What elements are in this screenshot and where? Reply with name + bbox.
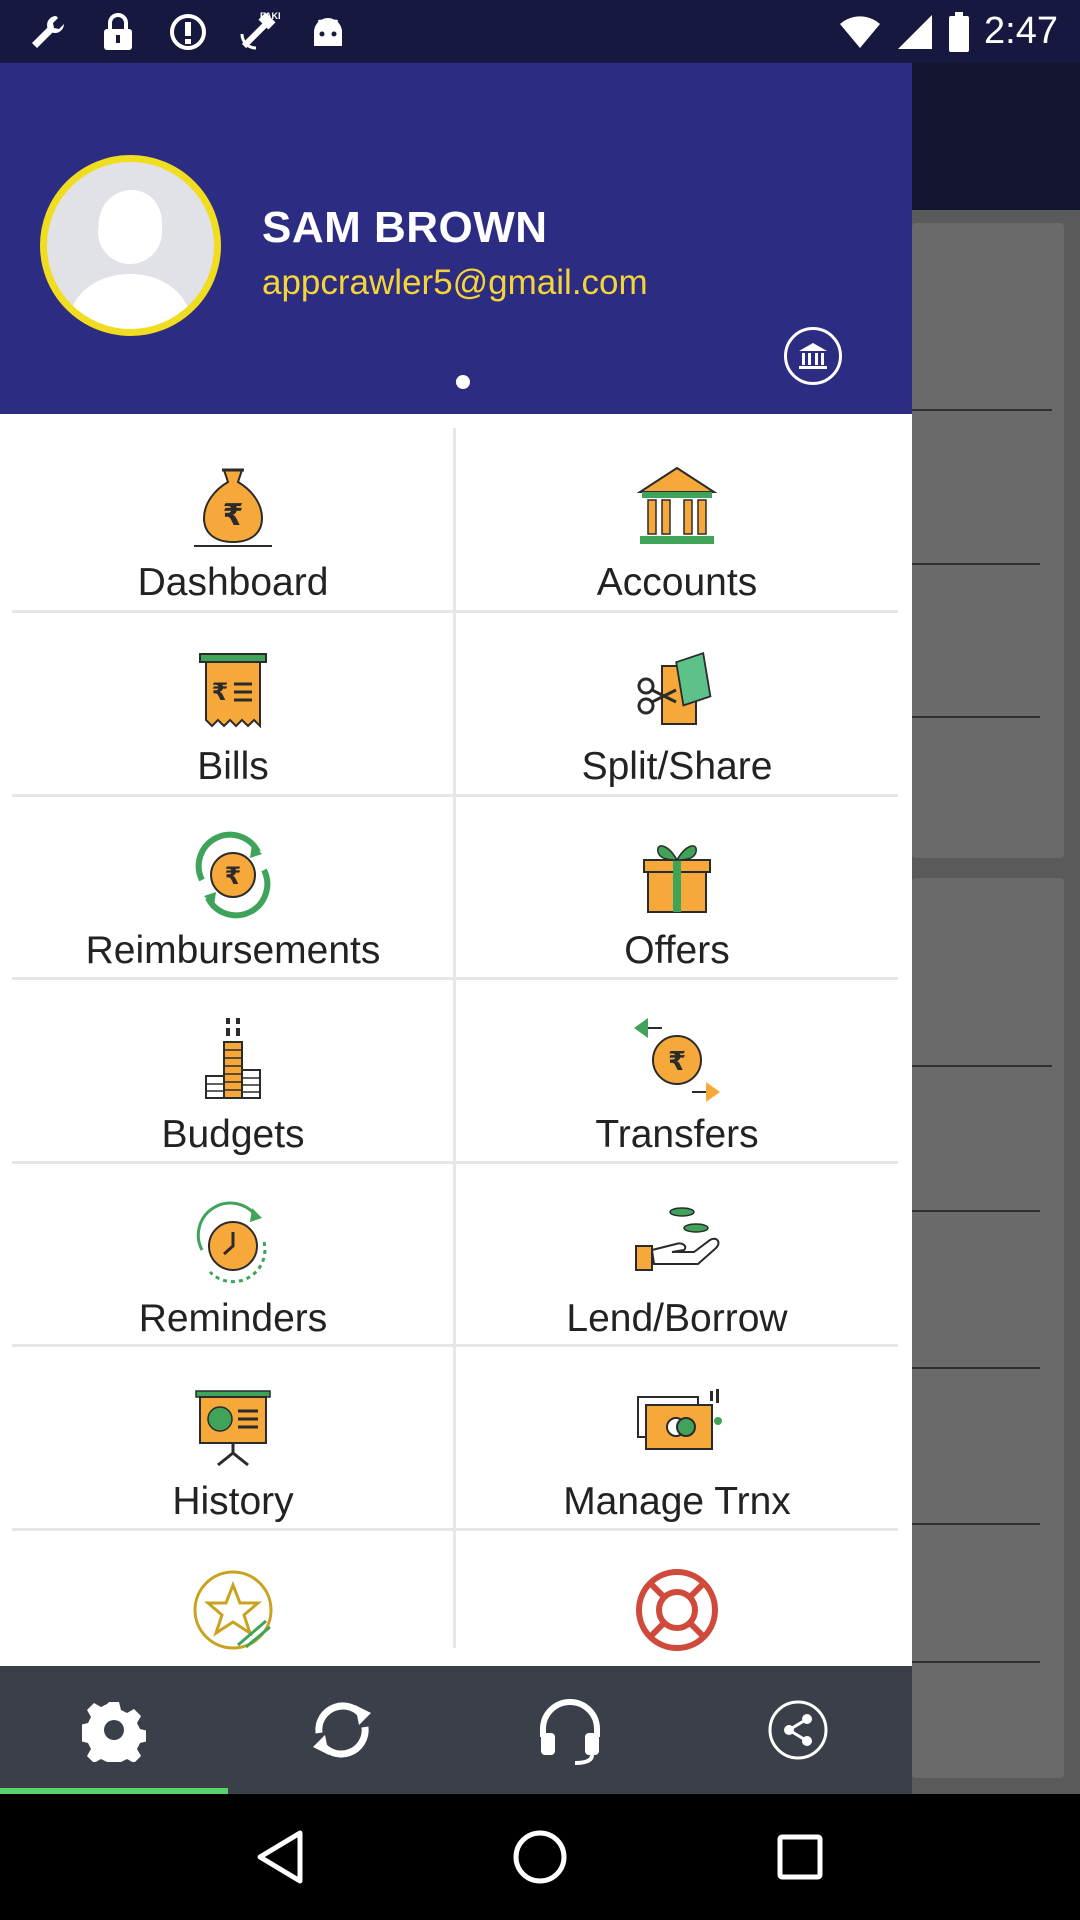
star-rate-icon (193, 1570, 273, 1650)
menu-item-reimbursements[interactable]: ₹ Reimbursements (12, 796, 454, 978)
menu-item-bills[interactable]: ₹ Bills (12, 612, 454, 794)
home-button[interactable] (500, 1817, 580, 1897)
support-button[interactable] (456, 1666, 684, 1794)
signal-icon (898, 14, 933, 49)
share-button[interactable] (684, 1666, 912, 1794)
cash-card-icon (637, 1389, 722, 1450)
menu-item-label: Lend/Borrow (566, 1297, 788, 1340)
svg-text:FAKE: FAKE (260, 11, 280, 21)
home-icon (513, 1830, 567, 1884)
gift-icon (643, 845, 711, 913)
bank-icon (636, 466, 718, 544)
menu-item-lend-borrow[interactable]: Lend/Borrow (456, 1164, 898, 1346)
menu-item-history[interactable]: History (12, 1347, 454, 1529)
scissors-money-icon (637, 652, 712, 725)
menu-item-budgets[interactable]: Budgets (12, 980, 454, 1162)
background-divider (912, 1065, 1052, 1067)
background-divider (912, 409, 1052, 411)
menu-item-dashboard[interactable]: ₹ Dashboard (12, 428, 454, 610)
menu-item-label: Manage Trnx (563, 1480, 791, 1523)
navigation-drawer: SAM BROWN appcrawler5@gmail.com ₹ Dashbo… (0, 63, 912, 1794)
recents-button[interactable] (760, 1817, 840, 1897)
sync-icon (313, 1702, 371, 1758)
wifi-icon (840, 15, 881, 48)
lock-icon (94, 8, 142, 56)
background-card (912, 878, 1064, 1778)
status-time: 2:47 (984, 10, 1058, 52)
bill-receipt-icon: ₹ (199, 653, 267, 729)
clock-icon (196, 1201, 267, 1284)
menu-grid: ₹ Dashboard Accounts ₹ Bills Split/Share… (0, 414, 912, 1666)
sync-button[interactable] (228, 1666, 456, 1794)
drawer-header: SAM BROWN appcrawler5@gmail.com (0, 63, 912, 414)
menu-item-label: Dashboard (137, 561, 329, 604)
menu-item-reminders[interactable]: Reminders (12, 1164, 454, 1346)
user-name: SAM BROWN (262, 203, 548, 252)
back-icon (257, 1830, 303, 1884)
recents-icon (777, 1834, 823, 1880)
menu-item-label: Offers (624, 929, 730, 972)
menu-item-label: History (172, 1480, 294, 1523)
battery-icon (949, 11, 970, 52)
menu-item-label: Budgets (161, 1113, 305, 1156)
coin-stack-icon (205, 1018, 261, 1099)
rupee-refresh-icon: ₹ (195, 831, 271, 919)
menu-item-offers[interactable]: Offers (456, 796, 898, 978)
menu-item-label: Accounts (596, 561, 758, 604)
android-icon (304, 8, 352, 56)
background-divider (912, 563, 1040, 565)
background-divider (912, 716, 1040, 718)
lifebuoy-icon (636, 1569, 718, 1651)
background-divider (912, 1367, 1040, 1369)
user-email: appcrawler5@gmail.com (262, 263, 648, 302)
settings-icon (82, 1702, 146, 1762)
menu-item-accounts[interactable]: Accounts (456, 428, 898, 610)
background-divider (912, 1523, 1040, 1525)
menu-item-split-share[interactable]: Split/Share (456, 612, 898, 794)
menu-item-transfers[interactable]: ₹ Transfers (456, 980, 898, 1162)
background-divider (912, 1661, 1040, 1663)
alert-circle-icon (164, 8, 212, 56)
menu-item-label: Transfers (595, 1113, 759, 1156)
presentation-chart-icon (195, 1390, 271, 1467)
svg-text:₹: ₹ (225, 862, 242, 890)
bank-switch-button[interactable] (784, 327, 842, 385)
svg-text:₹: ₹ (668, 1047, 686, 1077)
background-card (912, 223, 1064, 858)
menu-item-label: Bills (197, 745, 269, 788)
menu-item-manage-trnx[interactable]: Manage Trnx (456, 1347, 898, 1529)
avatar[interactable] (40, 155, 221, 336)
menu-item-label: Reminders (138, 1297, 328, 1340)
svg-text:₹: ₹ (212, 678, 229, 706)
bank-icon (799, 343, 827, 369)
share-icon (768, 1700, 828, 1760)
svg-text:₹: ₹ (223, 498, 244, 533)
system-navigation-bar (0, 1794, 1080, 1920)
settings-button[interactable] (0, 1666, 228, 1794)
money-bag-icon: ₹ (194, 468, 272, 547)
fake-gps-icon: FAKE (234, 8, 282, 56)
page-indicator-dot (456, 375, 470, 389)
menu-item-label: Split/Share (581, 745, 773, 788)
hand-coins-icon (635, 1207, 720, 1271)
drawer-bottom-bar (0, 1666, 912, 1794)
headset-icon (540, 1699, 600, 1765)
back-button[interactable] (240, 1817, 320, 1897)
status-bar: FAKE 2:47 (0, 0, 1080, 63)
menu-item-label: Reimbursements (85, 929, 381, 972)
rupee-transfer-icon: ₹ (634, 1018, 720, 1102)
background-divider (912, 1210, 1040, 1212)
wrench-icon (24, 8, 72, 56)
